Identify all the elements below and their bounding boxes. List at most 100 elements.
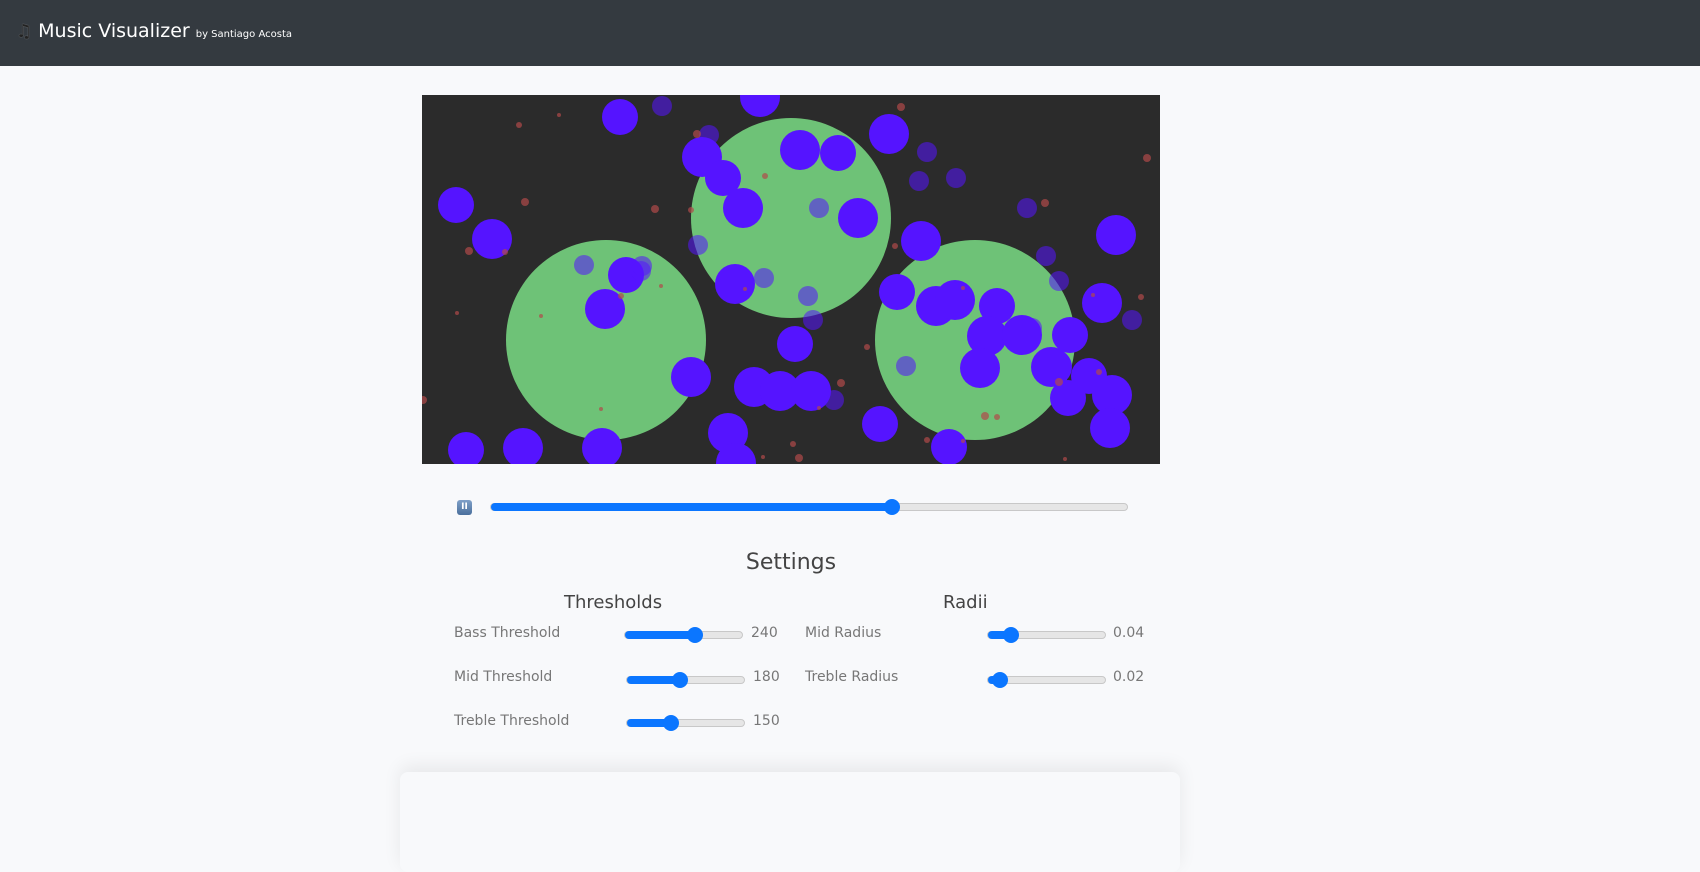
- treble-particle: [790, 441, 796, 447]
- bass-circle: [506, 240, 706, 440]
- next-section-card: [400, 772, 1180, 872]
- navbar: ♫ Music Visualizer by Santiago Acosta: [0, 0, 1700, 66]
- mid-circle-faded: [632, 256, 652, 276]
- mid-circle: [838, 198, 878, 238]
- radii-heading: Radii: [943, 592, 988, 613]
- mid-circle: [777, 326, 813, 362]
- mid-circle-faded: [754, 268, 774, 288]
- treble-threshold-label: Treble Threshold: [454, 713, 570, 729]
- treble-particle: [455, 311, 459, 315]
- mid-circle-faded: [751, 96, 771, 116]
- mid-circle: [901, 221, 941, 261]
- treble-radius-slider[interactable]: [987, 672, 1106, 688]
- bass-threshold-slider[interactable]: [624, 627, 743, 643]
- treble-particle: [659, 284, 663, 288]
- treble-radius-value: 0.02: [1113, 669, 1145, 685]
- treble-particle: [924, 437, 930, 443]
- treble-particle: [897, 103, 905, 111]
- treble-particle: [1096, 369, 1102, 375]
- mid-circle: [1096, 215, 1136, 255]
- treble-particle: [981, 412, 989, 420]
- mid-circle-faded: [946, 168, 966, 188]
- mid-circle: [935, 280, 975, 320]
- treble-particle: [521, 198, 529, 206]
- mid-circle-faded: [652, 96, 672, 116]
- mid-circle-faded: [1017, 198, 1037, 218]
- treble-threshold-value: 150: [753, 713, 780, 729]
- playback-progress-slider[interactable]: [490, 499, 1128, 515]
- app-title: Music Visualizer: [38, 20, 190, 42]
- mid-circle: [879, 274, 915, 310]
- treble-particle: [422, 396, 427, 404]
- mid-circle-faded: [917, 142, 937, 162]
- music-notes-icon: ♫: [16, 21, 33, 42]
- mid-circle: [931, 429, 967, 464]
- mid-radius-value: 0.04: [1113, 625, 1145, 641]
- settings-heading: Settings: [745, 550, 837, 575]
- mid-circle-faded: [896, 356, 916, 376]
- mid-radius-label: Mid Radius: [805, 625, 882, 641]
- pause-button[interactable]: II: [457, 500, 472, 515]
- treble-particle: [1055, 378, 1063, 386]
- mid-circle-faded: [1036, 246, 1056, 266]
- mid-circle: [862, 406, 898, 442]
- treble-particle: [693, 130, 701, 138]
- mid-circle: [671, 357, 711, 397]
- mid-circle: [791, 371, 831, 411]
- treble-particle: [1138, 294, 1144, 300]
- treble-particle: [864, 344, 870, 350]
- mid-circle: [960, 348, 1000, 388]
- mid-circle: [780, 130, 820, 170]
- treble-particle: [892, 243, 898, 249]
- treble-particle: [651, 205, 659, 213]
- mid-circle: [869, 114, 909, 154]
- mid-circle: [602, 99, 638, 135]
- treble-particle: [1041, 199, 1049, 207]
- treble-particle: [1143, 154, 1151, 162]
- thresholds-heading: Thresholds: [564, 592, 663, 613]
- treble-particle: [557, 113, 561, 117]
- mid-circle: [1082, 283, 1122, 323]
- treble-particle: [516, 122, 522, 128]
- mid-threshold-value: 180: [753, 669, 780, 685]
- mid-circle-faded: [688, 235, 708, 255]
- author-byline: by Santiago Acosta: [195, 29, 292, 40]
- treble-particle: [795, 454, 803, 462]
- treble-particle: [1091, 293, 1095, 297]
- treble-particle: [618, 293, 624, 299]
- treble-particle: [599, 407, 603, 411]
- mid-circle: [715, 264, 755, 304]
- mid-circle: [1052, 317, 1088, 353]
- treble-particle: [761, 455, 765, 459]
- treble-particle: [817, 406, 821, 410]
- treble-particle: [743, 287, 747, 291]
- treble-particle: [837, 379, 845, 387]
- mid-circle-faded: [1122, 310, 1142, 330]
- visualizer-canvas: [422, 95, 1160, 464]
- mid-circle-faded: [803, 310, 823, 330]
- mid-circle-faded: [809, 198, 829, 218]
- mid-circle: [1090, 408, 1130, 448]
- mid-threshold-label: Mid Threshold: [454, 669, 553, 685]
- treble-particle: [465, 247, 473, 255]
- treble-particle: [961, 439, 965, 443]
- mid-threshold-slider[interactable]: [626, 672, 745, 688]
- brand[interactable]: ♫ Music Visualizer by Santiago Acosta: [16, 20, 292, 42]
- mid-circle: [723, 188, 763, 228]
- mid-circle-faded: [824, 390, 844, 410]
- treble-particle: [961, 286, 965, 290]
- bass-threshold-label: Bass Threshold: [454, 625, 561, 641]
- bass-threshold-value: 240: [751, 625, 778, 641]
- treble-particle: [762, 173, 768, 179]
- treble-particle: [688, 207, 694, 213]
- mid-circle: [1050, 380, 1086, 416]
- mid-circle-faded: [909, 171, 929, 191]
- treble-threshold-slider[interactable]: [626, 715, 745, 731]
- treble-particle: [539, 314, 543, 318]
- mid-circle-faded: [574, 255, 594, 275]
- pause-icon: II: [461, 502, 468, 512]
- mid-circle: [438, 187, 474, 223]
- treble-radius-label: Treble Radius: [805, 669, 899, 685]
- treble-particle: [502, 249, 508, 255]
- mid-radius-slider[interactable]: [987, 627, 1106, 643]
